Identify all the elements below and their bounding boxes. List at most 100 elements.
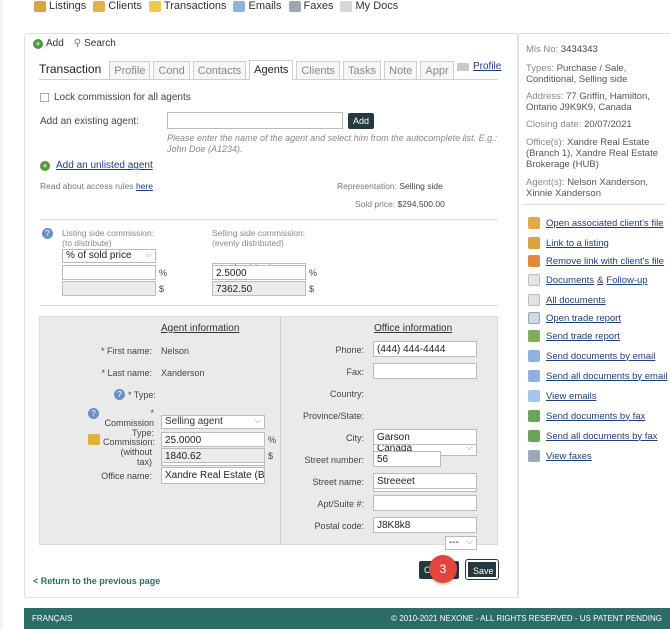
open-client-file-link[interactable]: Open associated client's file (528, 217, 663, 229)
nav-listings[interactable]: Listings (34, 0, 86, 12)
send-documents-email-link[interactable]: Send documents by email (528, 350, 655, 362)
phone-input[interactable]: (444) 444-4444 (373, 341, 477, 357)
selling-commission-heading: Selling side commission: (evenly distrib… (212, 228, 306, 248)
search-button[interactable]: ⚲ Search (74, 38, 116, 49)
street-name-input[interactable]: Streeeet (373, 473, 477, 489)
apt-input[interactable] (373, 495, 477, 511)
copyright-text: © 2010-2021 NEXONE - ALL RIGHTS RESERVED… (391, 614, 662, 623)
documents-row: Documents & Follow-up (528, 274, 648, 286)
divider (40, 305, 498, 306)
house-icon (34, 0, 46, 12)
send-report-icon (528, 330, 540, 342)
lock-commission-row: Lock commission for all agents (40, 92, 191, 103)
agent-search-input[interactable] (167, 112, 343, 129)
all-documents-link[interactable]: All documents (528, 294, 606, 306)
email-icon (528, 350, 540, 362)
selling-commission-amount: 7362.50 (212, 281, 306, 296)
office-name-input[interactable]: Xandre Real Estate (Bra (161, 467, 265, 484)
lock-commission-checkbox[interactable] (40, 93, 49, 102)
document-icon (528, 274, 540, 286)
add-unlisted-row[interactable]: + Add an unlisted agent (40, 160, 153, 171)
access-rules-text: Read about access rules here (40, 181, 153, 191)
open-trade-report-link[interactable]: Open trade report (528, 312, 621, 324)
top-navigation: Listings Clients Transactions Emails Fax… (34, 0, 398, 12)
tab-note[interactable]: Note (384, 61, 418, 79)
access-rules-link[interactable]: here (136, 181, 153, 191)
listing-commission-percent[interactable] (62, 265, 156, 280)
fax-input[interactable] (373, 363, 477, 379)
person-icon (93, 0, 106, 12)
types-row: Types: Purchase / Sale, Conditional, Sel… (526, 63, 628, 85)
send-all-documents-email-link[interactable]: Send all documents by email (528, 370, 667, 382)
step-badge: 3 (429, 555, 457, 583)
agent-commission-amount: 1840.62 (161, 448, 265, 463)
mls-row: Mls No: 3434343 (526, 44, 598, 55)
city-input[interactable]: Garson (373, 429, 477, 445)
tab-agents[interactable]: Agents (249, 60, 294, 80)
help-icon[interactable]: ? (42, 228, 53, 239)
percent-sign: % (159, 268, 168, 278)
envelope-icon (528, 390, 540, 402)
nav-faxes[interactable]: Faxes (288, 0, 333, 12)
last-name-value: Xanderson (161, 368, 205, 378)
language-link[interactable]: FRANÇAIS (32, 614, 72, 623)
nav-clients[interactable]: Clients (93, 0, 142, 12)
agent-information-heading: Agent information (161, 323, 240, 334)
remove-client-icon (528, 255, 540, 267)
send-trade-report-link[interactable]: Send trade report (528, 330, 620, 342)
tab-appr[interactable]: Appr (420, 61, 454, 79)
agents-row: Agent(s): Nelson Xanderson, Xinnie Xande… (526, 177, 648, 199)
representation-row: Representation: Selling side (337, 181, 443, 191)
listing-commission-amount (62, 281, 156, 296)
selling-commission-percent[interactable]: 2.5000 (212, 265, 306, 280)
tab-clients[interactable]: Clients (296, 61, 341, 79)
save-button[interactable]: Save (465, 559, 499, 580)
sold-price-row: Sold price: $294,500.00 (355, 199, 445, 209)
dollar-sign: $ (268, 451, 274, 461)
percent-sign: % (309, 268, 318, 278)
view-faxes-link[interactable]: View faxes (528, 450, 592, 462)
street-number-input[interactable]: 56 (373, 451, 441, 467)
profile-link[interactable]: Profile (457, 61, 501, 72)
help-icon[interactable]: ? (88, 408, 99, 419)
documents-link[interactable]: Documents (546, 275, 594, 286)
add-button[interactable]: + Add (33, 38, 64, 49)
representation-value: Selling side (399, 181, 443, 191)
view-emails-link[interactable]: View emails (528, 390, 597, 402)
offices-row: Office(s): Xandre Real Estate (Branch 1)… (526, 137, 659, 170)
fax-icon (528, 430, 540, 442)
tab-profile[interactable]: Profile (109, 61, 151, 79)
postal-code-input[interactable]: J8K8k8 (373, 517, 477, 533)
tab-bar: Transaction Profile Cond Contacts Agents… (39, 60, 498, 80)
printer-icon (528, 450, 540, 462)
lock-commission-label: Lock commission for all agents (54, 92, 191, 103)
tab-contacts[interactable]: Contacts (192, 61, 247, 79)
return-link[interactable]: < Return to the previous page (33, 576, 160, 586)
divider (40, 219, 498, 220)
follow-up-link[interactable]: Follow-up (606, 275, 647, 286)
link-to-listing-link[interactable]: Link to a listing (528, 237, 609, 249)
first-name-value: Nelson (161, 346, 190, 356)
help-icon[interactable]: ? (114, 389, 125, 400)
closing-date-row: Closing date: 20/07/2021 (526, 119, 632, 130)
nav-transactions[interactable]: Transactions (148, 0, 226, 12)
footer: FRANÇAIS © 2010-2021 NEXONE - ALL RIGHTS… (24, 608, 670, 629)
lock-icon (88, 434, 100, 445)
nav-my-docs[interactable]: My Docs (340, 0, 398, 12)
tab-tasks[interactable]: Tasks (343, 61, 382, 79)
add-existing-label: Add an existing agent: (40, 116, 139, 127)
commission-label: Commission: (without tax) (103, 437, 156, 467)
add-agent-button[interactable]: Add (348, 113, 375, 129)
agent-type-select[interactable]: Selling agent (161, 415, 265, 429)
listing-commission-type-select[interactable]: % of sold price (62, 249, 156, 263)
agent-commission-percent[interactable]: 25.0000 (161, 432, 265, 447)
search-icon: ⚲ (73, 38, 82, 49)
tab-cond[interactable]: Cond (153, 61, 190, 79)
dollar-sign: $ (159, 284, 165, 294)
remove-client-link[interactable]: Remove link with client's file (528, 255, 664, 267)
street-suffix-select[interactable]: --- (445, 536, 477, 550)
nav-emails[interactable]: Emails (233, 0, 282, 12)
client-icon (528, 217, 540, 229)
send-all-documents-fax-link[interactable]: Send all documents by fax (528, 430, 657, 442)
send-documents-fax-link[interactable]: Send documents by fax (528, 410, 645, 422)
